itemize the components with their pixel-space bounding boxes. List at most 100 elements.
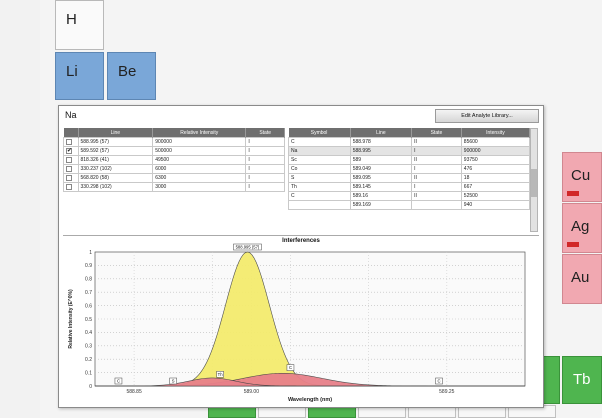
table-cell: I — [245, 164, 285, 174]
table-cell: II — [411, 155, 462, 165]
table-row[interactable]: S 589.095 II 18 — [288, 173, 531, 183]
checkbox-unchecked[interactable] — [66, 174, 72, 181]
table-cell: 589.145 — [349, 182, 413, 192]
column-header[interactable]: Line — [78, 128, 154, 138]
y-tick-label: 0.9 — [85, 263, 92, 269]
interference-lines-table: Symbol Line State Intensity C 588.978 II 85… — [288, 128, 531, 210]
column-header[interactable]: Intensity — [461, 128, 531, 138]
peak-marker-label: C — [289, 365, 292, 370]
table-cell: Th — [288, 182, 351, 192]
table-row[interactable]: Co 589.049 I 476 — [288, 164, 531, 174]
checkbox-cell — [63, 137, 79, 147]
peak-marker-label: 588.995 (57) — [236, 245, 260, 250]
y-tick-label: 1 — [89, 250, 92, 256]
y-tick-label: 0.3 — [85, 344, 92, 350]
chart-title: Interferences — [282, 238, 320, 244]
element-symbol: Au — [571, 269, 590, 286]
table-row[interactable]: 568.820 (58) 6300 I — [63, 173, 285, 183]
interferences-chart: Interferences 0 0.1 0.2 0.3 0.4 0.5 0.6 0.7 0.8 0… — [63, 235, 539, 406]
checkbox-unchecked[interactable] — [66, 156, 72, 163]
table-cell: 18 — [460, 173, 531, 183]
table-cell: 900000 — [460, 146, 531, 156]
element-symbol: Be — [118, 63, 137, 80]
popup-element-title: Na — [65, 110, 77, 120]
element-cu-cell[interactable]: Cu — [562, 152, 602, 202]
table-row[interactable]: Th 589.145 I 667 — [288, 182, 531, 192]
y-tick-label: 0.8 — [85, 277, 92, 283]
table-cell: 3000 — [152, 182, 247, 192]
table-cell: 6000 — [152, 164, 247, 174]
peak-marker-label: Th — [218, 372, 224, 377]
checkbox-cell: ✔ — [63, 146, 79, 156]
column-header[interactable]: State — [245, 128, 285, 138]
element-be-cell[interactable]: Be — [107, 52, 156, 100]
table-cell: 588.995 — [349, 146, 413, 156]
y-tick-label: 0 — [89, 384, 92, 390]
table-cell: 476 — [460, 164, 531, 174]
table-cell: II — [411, 137, 462, 147]
checkbox-unchecked[interactable] — [66, 183, 72, 190]
column-header[interactable]: Line — [350, 128, 413, 138]
element-ag-cell[interactable]: Ag — [562, 203, 602, 253]
table-scrollbar[interactable] — [530, 128, 538, 232]
x-tick-label: 589.25 — [439, 389, 455, 395]
table-cell: 940 — [460, 200, 531, 210]
table-cell: 52500 — [460, 191, 531, 201]
column-header[interactable]: Relative Intensity — [152, 128, 247, 138]
table-cell: I — [245, 155, 285, 165]
table-row[interactable]: Sc 589 II 93750 — [288, 155, 531, 165]
edit-analyte-library-button[interactable]: Edit Analyte Library... — [435, 109, 539, 123]
checkbox-unchecked[interactable] — [66, 138, 72, 145]
element-symbol: Li — [66, 63, 78, 80]
table-row[interactable]: 330.298 (102) 3000 I — [63, 182, 285, 192]
y-tick-label: 0.2 — [85, 357, 92, 363]
table-cell: 900000 — [152, 137, 247, 147]
element-symbol: Ag — [571, 218, 590, 235]
table-cell: C — [288, 137, 351, 147]
table-row[interactable]: 589.169 940 — [288, 200, 531, 210]
checkbox-cell — [63, 173, 79, 183]
table-cell: I — [411, 146, 462, 156]
checkbox-column-header — [63, 128, 79, 138]
table-cell — [288, 200, 351, 210]
column-header[interactable]: State — [411, 128, 462, 138]
table-cell: Na — [288, 146, 351, 156]
peak-marker-label: C — [437, 379, 440, 384]
table-cell: 85600 — [460, 137, 531, 147]
table-cell: 589 — [349, 155, 413, 165]
table-cell: I — [411, 164, 462, 174]
table-cell: 6300 — [152, 173, 247, 183]
element-au-cell[interactable]: Au — [562, 254, 602, 304]
table-row[interactable]: 818.326 (41) 49500 I — [63, 155, 285, 165]
table-cell: 330.298 (102) — [77, 182, 154, 192]
table-cell: 500000 — [152, 146, 247, 156]
table-cell: 589.169 — [349, 200, 413, 210]
table-row[interactable]: 588.995 (57) 900000 I — [63, 137, 285, 147]
peak-marker-label: S — [172, 379, 175, 384]
table-cell: 568.820 (58) — [77, 173, 154, 183]
element-h-cell[interactable]: H — [55, 0, 104, 50]
checkbox-unchecked[interactable] — [66, 165, 72, 172]
table-cell: 818.326 (41) — [77, 155, 154, 165]
table-cell: I — [245, 137, 285, 147]
interferences-plot: 0 0.1 0.2 0.3 0.4 0.5 0.6 0.7 0.8 0.9 1 588.85 589.0… — [68, 243, 526, 403]
x-tick-label: 588.85 — [126, 389, 142, 395]
x-tick-label: 589.00 — [244, 389, 260, 395]
table-row[interactable]: 330.237 (102) 6000 I — [63, 164, 285, 174]
table-cell: 589.16 — [349, 191, 413, 201]
table-row[interactable]: ✔ 589.592 (57) 500000 I — [63, 146, 285, 156]
table-cell: 589.049 — [349, 164, 413, 174]
scrollbar-thumb[interactable] — [531, 169, 537, 197]
table-cell: 588.995 (57) — [77, 137, 154, 147]
y-tick-label: 0.1 — [85, 370, 92, 376]
element-tb-cell[interactable]: Tb — [562, 356, 602, 404]
table-row[interactable]: C 589.16 II 52500 — [288, 191, 531, 201]
table-row[interactable]: Na 588.995 I 900000 — [288, 146, 531, 156]
table-cell: 330.237 (102) — [77, 164, 154, 174]
x-axis-label: Wavelength (nm) — [288, 397, 332, 403]
column-header[interactable]: Symbol — [288, 128, 351, 138]
element-li-cell[interactable]: Li — [55, 52, 104, 100]
checkbox-checked[interactable]: ✔ — [66, 147, 72, 154]
table-row[interactable]: C 588.978 II 85600 — [288, 137, 531, 147]
table-cell: 589.095 — [349, 173, 413, 183]
